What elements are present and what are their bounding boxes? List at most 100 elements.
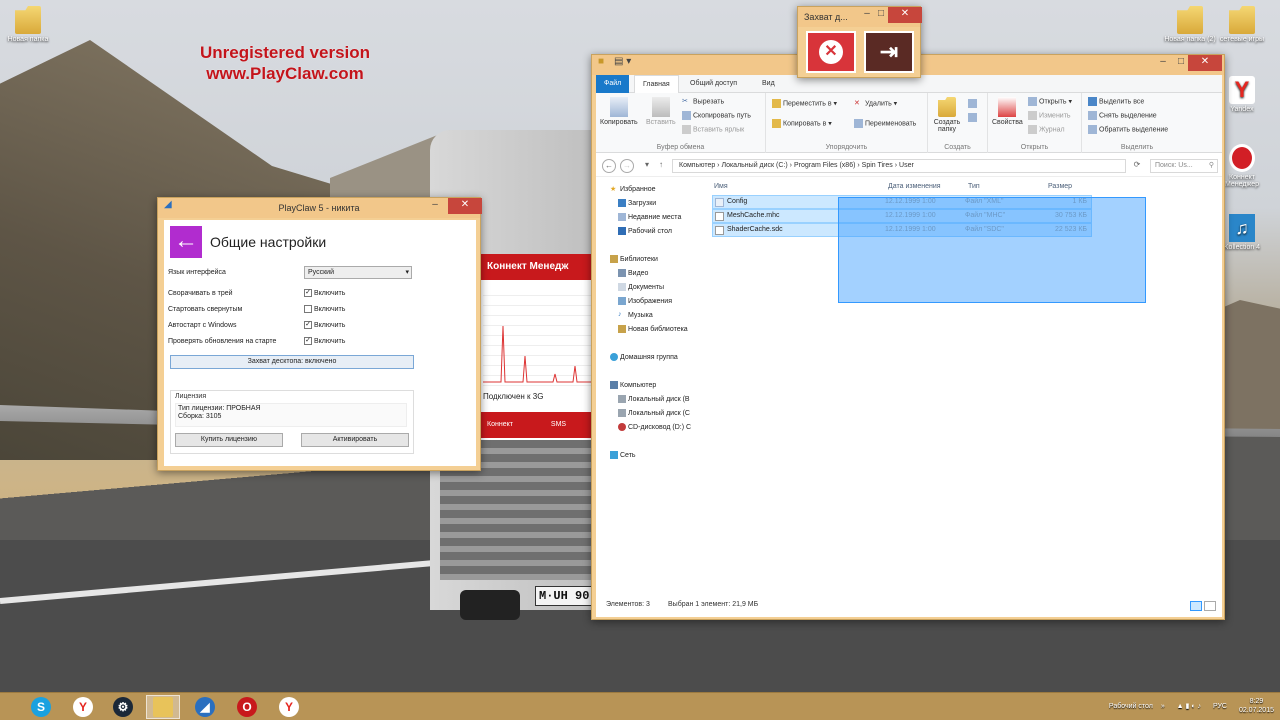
desktop-icon-new-folder-2[interactable]: Новая папка (2): [1162, 6, 1218, 43]
open-button[interactable]: Открыть ▾: [1028, 97, 1072, 106]
column-date[interactable]: Дата изменения: [888, 183, 941, 190]
nav-recent[interactable]: Недавние места: [618, 213, 681, 221]
checkbox-label: Включить: [314, 305, 346, 313]
nav-computer[interactable]: Компьютер: [610, 381, 656, 389]
delete-button[interactable]: ✕ Удалить ▾: [854, 99, 897, 108]
tray-icons[interactable]: ▲ ▮ ◐ ♪: [1177, 703, 1201, 710]
tab-share[interactable]: Общий доступ: [682, 75, 745, 93]
autostart-checkbox[interactable]: ✓ Включить: [304, 321, 345, 329]
desktop-icon-new-folder[interactable]: Новая папка: [0, 6, 56, 43]
copy-to-button[interactable]: Копировать в ▾: [772, 119, 832, 128]
edit-button[interactable]: Изменить: [1028, 111, 1071, 120]
stop-capture-button[interactable]: ✕: [806, 31, 856, 73]
invert-selection-button[interactable]: Обратить выделение: [1088, 125, 1168, 134]
nav-favorites[interactable]: ★ Избранное: [610, 185, 655, 193]
paste-button[interactable]: Вставить: [646, 97, 676, 126]
history-button[interactable]: Журнал: [1028, 125, 1065, 134]
copy-button[interactable]: Копировать: [600, 97, 638, 126]
quick-access-toolbar[interactable]: ▤ ▾: [614, 55, 631, 71]
close-button[interactable]: ✕: [888, 7, 922, 23]
move-to-button[interactable]: Переместить в ▾: [772, 99, 837, 108]
desktop-capture-button[interactable]: Захват десктопа: включено: [170, 355, 414, 369]
breadcrumb-item[interactable]: Компьютер: [679, 162, 715, 169]
nav-disk-b[interactable]: Локальный диск (B: [618, 395, 690, 403]
search-input[interactable]: Поиск: Us... ⚲: [1150, 159, 1218, 173]
forward-button[interactable]: →: [620, 159, 634, 173]
nav-libraries[interactable]: Библиотеки: [610, 255, 658, 263]
nav-music[interactable]: ♪ Музыка: [618, 311, 653, 319]
taskbar-playclaw[interactable]: ◢: [188, 695, 222, 719]
nav-disk-c[interactable]: Локальный диск (C: [618, 409, 690, 417]
breadcrumb-item[interactable]: User: [899, 162, 914, 169]
tiles-view-icon[interactable]: [1204, 601, 1216, 611]
nav-homegroup[interactable]: Домашняя группа: [610, 353, 678, 361]
paste-shortcut-button[interactable]: Вставить ярлык: [682, 125, 744, 134]
folder-icon: [1229, 6, 1255, 34]
check-updates-checkbox[interactable]: ✓ Включить: [304, 337, 345, 345]
nav-video[interactable]: Видео: [618, 269, 648, 277]
recent-dropdown[interactable]: ▾: [640, 159, 654, 173]
checkbox-checked: ✓: [304, 337, 312, 345]
nav-desktop[interactable]: Рабочий стол: [618, 227, 672, 235]
activate-button[interactable]: Активировать: [301, 433, 409, 447]
refresh-button[interactable]: ⟳: [1130, 159, 1144, 173]
column-type[interactable]: Тип: [968, 183, 980, 190]
language-indicator[interactable]: РУС: [1213, 703, 1227, 710]
desktop-toolbar-label[interactable]: Рабочий стол: [1109, 703, 1153, 710]
start-minimized-checkbox[interactable]: Включить: [304, 305, 345, 313]
clock[interactable]: 8:29 02.07.2015: [1239, 697, 1274, 715]
taskbar-explorer[interactable]: [146, 695, 180, 719]
new-folder-button[interactable]: Создать папку: [932, 97, 962, 133]
exit-capture-button[interactable]: ⇥: [864, 31, 914, 73]
column-size[interactable]: Размер: [1048, 183, 1072, 190]
capture-popup-titlebar[interactable]: Захват д... – □ ✕: [798, 7, 922, 27]
rename-button[interactable]: Переименовать: [854, 119, 916, 128]
back-arrow-icon[interactable]: ←: [170, 226, 202, 258]
properties-button[interactable]: Свойства: [992, 97, 1023, 126]
desktop-icon-network-games[interactable]: сетевые игры: [1214, 6, 1270, 43]
tab-view[interactable]: Вид: [754, 75, 783, 93]
select-all-button[interactable]: Выделить все: [1088, 97, 1144, 106]
select-none-button[interactable]: Снять выделение: [1088, 111, 1157, 120]
taskbar-yandex-2[interactable]: Y: [272, 695, 306, 719]
desktop-icon-label: Kollection 4: [1223, 244, 1261, 251]
check-updates-label: Проверять обновления на старте: [168, 338, 277, 345]
language-select[interactable]: Русский ▾: [304, 266, 412, 279]
minimize-button[interactable]: –: [1154, 55, 1172, 71]
copy-path-button[interactable]: Скопировать путь: [682, 111, 751, 120]
breadcrumb-item[interactable]: Локальный диск (C:): [721, 162, 787, 169]
nav-cd-drive[interactable]: CD-дисковод (D:) C: [618, 423, 691, 431]
breadcrumb-item[interactable]: Program Files (x86): [794, 162, 855, 169]
playclaw-titlebar[interactable]: PlayClaw 5 - никита ◢ – □ ✕: [158, 198, 482, 218]
taskbar-steam[interactable]: ⚙: [106, 695, 140, 719]
new-item-icon[interactable]: [968, 99, 977, 108]
connect-tab[interactable]: Коннект: [487, 421, 513, 428]
tray-expand-icon[interactable]: »: [1161, 703, 1165, 710]
breadcrumb-item[interactable]: Spin Tires: [862, 162, 893, 169]
minimize-button[interactable]: –: [426, 198, 444, 214]
sms-tab[interactable]: SMS: [551, 421, 566, 428]
details-view-icon[interactable]: [1190, 601, 1202, 611]
up-button[interactable]: ↑: [654, 159, 668, 173]
minimize-to-tray-checkbox[interactable]: ✓ Включить: [304, 289, 345, 297]
properties-icon: [998, 97, 1017, 117]
tab-home[interactable]: Главная: [634, 75, 679, 93]
nav-downloads[interactable]: Загрузки: [618, 199, 656, 207]
close-button[interactable]: ✕: [448, 198, 482, 214]
easy-access-icon[interactable]: [968, 113, 977, 122]
buy-license-button[interactable]: Купить лицензию: [175, 433, 283, 447]
back-button[interactable]: ←: [602, 159, 616, 173]
nav-new-library[interactable]: Новая библиотека: [618, 325, 688, 333]
taskbar-yandex[interactable]: Y: [66, 695, 100, 719]
nav-images[interactable]: Изображения: [618, 297, 672, 305]
nav-documents[interactable]: Документы: [618, 283, 664, 291]
address-bar[interactable]: Компьютер › Локальный диск (C:) › Progra…: [672, 159, 1126, 173]
cut-button[interactable]: ✂ Вырезать: [682, 97, 724, 106]
taskbar-connect-manager[interactable]: O: [230, 695, 264, 719]
column-name[interactable]: Имя: [714, 183, 728, 190]
taskbar-skype[interactable]: S: [24, 695, 58, 719]
nav-network[interactable]: Сеть: [610, 451, 636, 459]
tab-file[interactable]: Файл: [596, 75, 630, 93]
nav-label: CD-дисковод (D:) C: [628, 423, 692, 431]
close-button[interactable]: ✕: [1188, 55, 1222, 71]
